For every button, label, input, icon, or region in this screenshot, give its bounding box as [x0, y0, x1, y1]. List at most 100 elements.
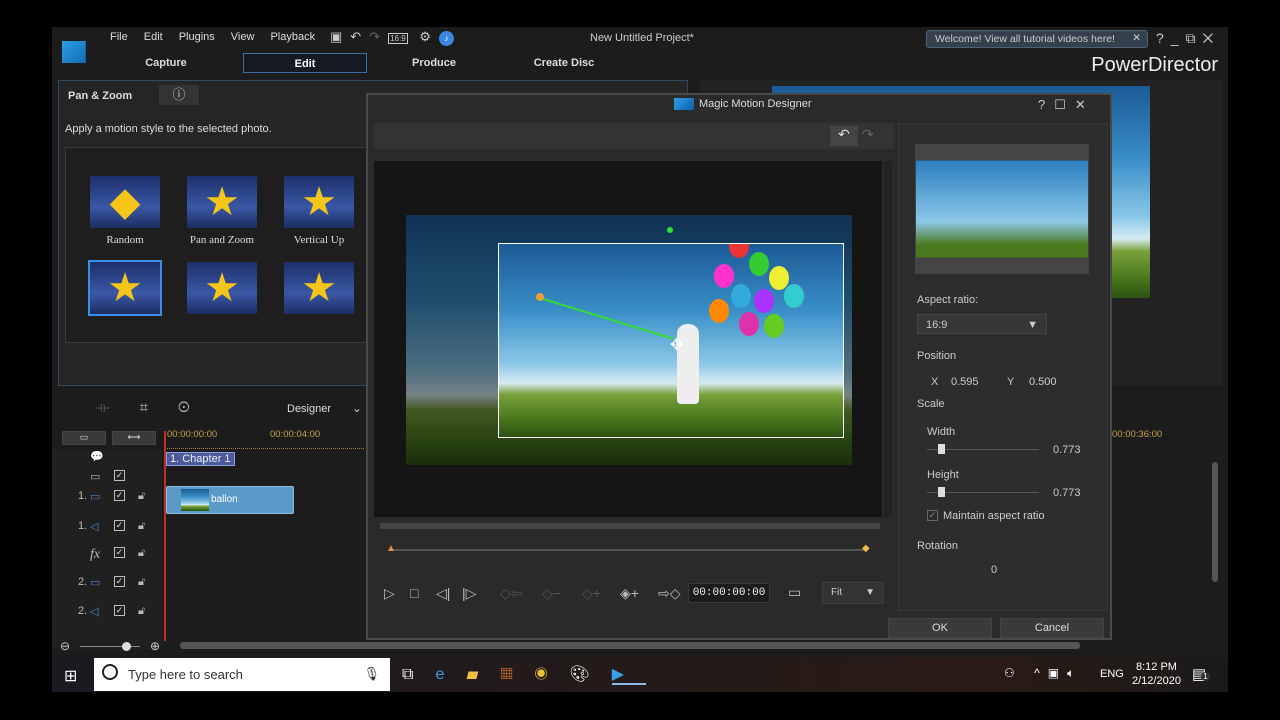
task-view-icon[interactable]: ⧉	[402, 666, 435, 683]
tutorial-tip[interactable]: Welcome! View all tutorial videos here! ✕	[926, 30, 1148, 48]
people-icon[interactable]: ⚇	[1004, 666, 1023, 680]
track-enable-checkbox[interactable]: ✓	[114, 605, 125, 616]
zoom-in-icon[interactable]: ⊕	[150, 639, 160, 653]
duplicate-keyframe-button[interactable]: ◈+	[620, 585, 639, 602]
keyframe-track[interactable]: ▲ ◆	[386, 543, 870, 554]
track-enable-checkbox[interactable]: ✓	[114, 576, 125, 587]
preview-vscroll[interactable]	[884, 161, 892, 517]
timecode-display[interactable]: 00:00:00:00	[688, 583, 770, 603]
tab-capture[interactable]: Capture	[104, 53, 228, 73]
previous-frame-button[interactable]: ◁|	[436, 585, 450, 602]
remove-keyframe-button[interactable]: ◇−	[542, 585, 561, 602]
volume-icon[interactable]: 🔈︎	[1067, 666, 1082, 680]
undo-icon[interactable]: ↶	[350, 29, 369, 44]
track-enable-checkbox[interactable]: ✓	[114, 520, 125, 531]
motion-style-vertical-up[interactable]: ★	[284, 176, 354, 228]
zoom-dropdown[interactable]: Fit ▼	[822, 582, 884, 604]
track-enable-checkbox[interactable]: ✓	[114, 470, 125, 481]
crop-icon[interactable]: ⌗	[140, 399, 178, 416]
timeline-ruler[interactable]: 00:00:00:00 00:00:04:00	[164, 427, 364, 449]
next-keyframe-button[interactable]: ⇨◇	[658, 585, 681, 602]
restore-icon[interactable]: ⧉	[1186, 30, 1203, 46]
menu-edit[interactable]: Edit	[144, 31, 163, 43]
maximize-icon[interactable]: ☐	[1054, 97, 1075, 112]
lock-icon[interactable]: 🔓︎	[138, 520, 145, 533]
close-icon[interactable]: ✕	[1075, 97, 1095, 112]
start-button[interactable]: ⊞	[64, 666, 77, 686]
notification-icon[interactable]: ♪	[438, 31, 454, 46]
clock-time[interactable]: 8:12 PM	[1132, 660, 1181, 674]
motion-style-pan-and-zoom[interactable]: ★	[187, 176, 257, 228]
show-hidden-icons[interactable]: ^	[1034, 666, 1048, 680]
language-indicator[interactable]: ENG	[1100, 668, 1124, 680]
timeline-zoom-slider[interactable]	[80, 642, 140, 651]
redo-icon[interactable]: ↷	[369, 29, 388, 44]
lock-icon[interactable]: 🔓︎	[138, 576, 145, 589]
chrome-icon[interactable]: ◉	[535, 666, 570, 683]
previous-keyframe-button[interactable]: ◇⇦	[500, 585, 523, 602]
safe-zone-icon[interactable]: ▭	[788, 584, 801, 601]
width-slider[interactable]	[927, 444, 1039, 454]
preview-hscroll[interactable]	[380, 523, 880, 529]
fit-timeline-button[interactable]: ⟷	[112, 431, 156, 445]
move-icon[interactable]: ✥	[670, 335, 683, 355]
start-keyframe[interactable]: ▲	[386, 543, 396, 554]
lock-icon[interactable]: 🔓︎	[138, 547, 145, 560]
path-start-point[interactable]	[536, 293, 544, 301]
search-box[interactable]: Type here to search 🎙︎	[94, 658, 390, 691]
redo-button[interactable]: ↷	[862, 126, 874, 143]
chapter-marker[interactable]: 1. Chapter 1	[166, 452, 235, 466]
tab-produce[interactable]: Produce	[372, 53, 496, 73]
track-manager-button[interactable]: ▭	[62, 431, 106, 445]
undo-button[interactable]: ↶	[830, 126, 858, 146]
menu-plugins[interactable]: Plugins	[179, 31, 215, 43]
lock-icon[interactable]: 🔓︎	[138, 605, 145, 618]
file-explorer-icon[interactable]: ▰	[466, 666, 500, 683]
menu-playback[interactable]: Playback	[270, 31, 315, 43]
help-icon[interactable]: ?	[1038, 97, 1054, 112]
add-keyframe-button[interactable]: ◇+	[582, 585, 601, 602]
timeline-scrollbar[interactable]	[180, 642, 1080, 649]
close-icon[interactable]: ✕	[1203, 30, 1221, 46]
store-icon[interactable]: ▦	[501, 666, 535, 683]
tab-edit[interactable]: Edit	[243, 53, 367, 73]
keyframe-icon[interactable]: ⊙	[178, 399, 220, 416]
menu-view[interactable]: View	[231, 31, 255, 43]
clock-date[interactable]: 2/12/2020	[1132, 674, 1181, 688]
info-button[interactable]: ⓘ	[159, 85, 199, 105]
close-tip-icon[interactable]: ✕	[1132, 32, 1141, 44]
rotation-handle[interactable]	[667, 227, 673, 233]
end-keyframe[interactable]: ◆	[862, 543, 870, 554]
menu-file[interactable]: File	[110, 31, 128, 43]
motion-style[interactable]: ★	[187, 262, 257, 314]
x-value[interactable]: 0.595	[951, 376, 979, 388]
rotation-value[interactable]: 0	[991, 564, 997, 576]
edge-icon[interactable]: e	[435, 666, 466, 683]
preview-canvas[interactable]: ✥	[374, 161, 882, 517]
maintain-aspect-checkbox[interactable]: ✓ Maintain aspect ratio	[927, 510, 1045, 522]
cancel-button[interactable]: Cancel	[1000, 618, 1104, 638]
vertical-scrollbar[interactable]	[1212, 462, 1218, 582]
zoom-out-icon[interactable]: ⊖	[60, 639, 70, 653]
track-enable-checkbox[interactable]: ✓	[114, 547, 125, 558]
action-center-icon[interactable]: ▤1	[1192, 665, 1210, 683]
timeline-clip[interactable]: ballon	[166, 486, 294, 514]
ok-button[interactable]: OK	[888, 618, 992, 638]
motion-style-selected[interactable]: ★	[88, 260, 162, 316]
track-enable-checkbox[interactable]: ✓	[114, 490, 125, 501]
motion-style-random[interactable]: ◆	[90, 176, 160, 228]
motion-style[interactable]: ★	[284, 262, 354, 314]
lock-icon[interactable]: 🔓︎	[138, 490, 145, 503]
paint-icon[interactable]: 🎨︎	[569, 666, 611, 683]
help-icon[interactable]: ?	[1156, 30, 1171, 46]
settings-icon[interactable]: ⚙	[408, 29, 439, 44]
microphone-icon[interactable]: 🎙︎	[363, 666, 380, 682]
height-slider[interactable]	[927, 487, 1039, 497]
save-icon[interactable]: ▣	[330, 29, 350, 44]
next-frame-button[interactable]: |▷	[462, 585, 476, 602]
play-button[interactable]: ▷	[384, 585, 395, 602]
designer-dropdown[interactable]: Designer ⌄	[287, 402, 362, 415]
minimize-icon[interactable]: _	[1171, 30, 1186, 46]
aspect-ratio-select[interactable]: 16:9 ▼	[917, 314, 1047, 334]
y-value[interactable]: 0.500	[1029, 376, 1057, 388]
